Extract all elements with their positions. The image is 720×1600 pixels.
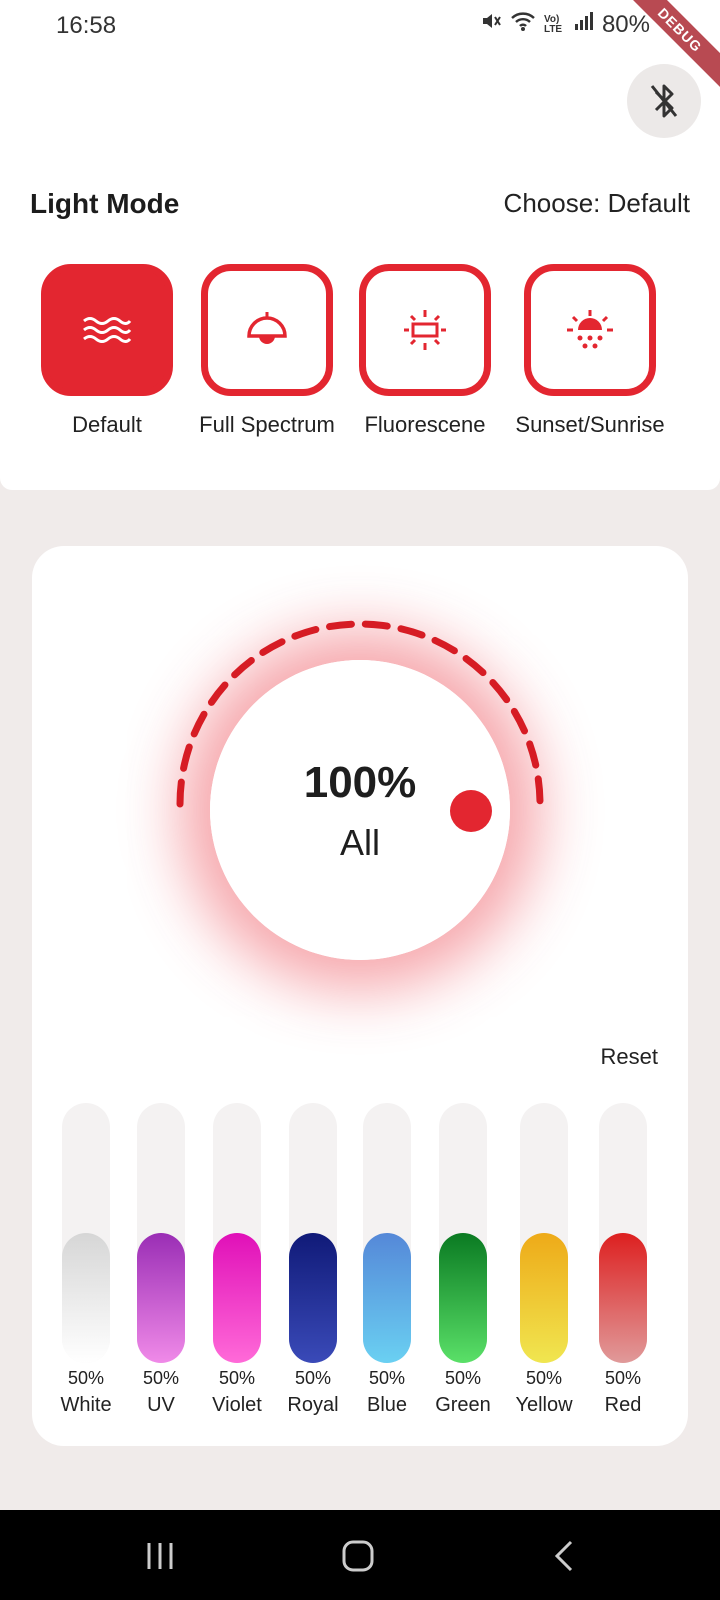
channel-slider-fill <box>439 1233 487 1363</box>
channel-name: White <box>60 1394 112 1416</box>
channel-name: UV <box>147 1394 175 1416</box>
channel-slider-fill <box>599 1233 647 1363</box>
channel-slider-fill <box>289 1233 337 1363</box>
mode-default[interactable]: Default <box>41 264 173 437</box>
channel-percent: 50% <box>444 1368 482 1388</box>
mode-sunset-sunrise-button[interactable] <box>524 264 656 396</box>
channel-name: Royal <box>287 1394 339 1416</box>
bluetooth-button[interactable] <box>627 64 701 138</box>
wifi-icon <box>510 10 536 39</box>
channel-name: Red <box>604 1394 642 1416</box>
channel-slider-fill <box>213 1233 261 1363</box>
recent-apps-icon[interactable] <box>140 1538 180 1574</box>
mode-label: Fluorescene <box>364 412 486 437</box>
reset-button[interactable]: Reset <box>601 1044 658 1070</box>
mode-default-button[interactable] <box>41 264 173 396</box>
channel-percent: 50% <box>604 1368 642 1388</box>
channel-percent: 50% <box>67 1368 105 1388</box>
channel-name: Yellow <box>515 1394 573 1416</box>
mode-full-spectrum-button[interactable] <box>201 264 333 396</box>
mode-label: Default <box>72 412 142 437</box>
control-card: 100% All Reset 50% White 50% UV 50% Violet 50%… <box>32 546 688 1446</box>
channel-slider-red[interactable] <box>599 1103 647 1363</box>
status-bar: 16:58 Vo) LTE 80% DEBUG <box>0 0 720 96</box>
navigation-bar <box>0 1510 720 1600</box>
channel-slider-blue[interactable] <box>363 1103 411 1363</box>
channel-slider-fill <box>137 1233 185 1363</box>
channel-slider-uv[interactable] <box>137 1103 185 1363</box>
channel-percent: 50% <box>525 1368 563 1388</box>
channel-slider-yellow[interactable] <box>520 1103 568 1363</box>
mode-choice: Choose: Default <box>503 188 690 218</box>
status-time: 16:58 <box>56 12 117 39</box>
channel-name: Violet <box>212 1394 262 1416</box>
back-icon[interactable] <box>544 1538 584 1574</box>
mode-label: Sunset/Sunrise <box>515 412 665 437</box>
channel-percent: 50% <box>218 1368 256 1388</box>
mode-fluorescene-button[interactable] <box>359 264 491 396</box>
light-mode-title: Light Mode <box>30 188 180 219</box>
bluetooth-disabled-icon <box>650 84 678 118</box>
channel-slider-royal[interactable] <box>289 1103 337 1363</box>
channel-slider-fill <box>520 1233 568 1363</box>
channel-percent: 50% <box>142 1368 180 1388</box>
lamp-icon <box>247 312 287 344</box>
channel-percent: 50% <box>368 1368 406 1388</box>
mode-fluorescene[interactable]: Fluorescene <box>359 264 491 437</box>
mute-icon <box>480 10 502 39</box>
mode-label: Full Spectrum <box>199 412 335 437</box>
home-icon[interactable] <box>338 1538 378 1574</box>
channel-slider-fill <box>363 1233 411 1363</box>
mode-sunset-sunrise[interactable]: Sunset/Sunrise <box>515 264 665 437</box>
waves-icon <box>83 317 132 343</box>
volte-icon: Vo) LTE <box>543 13 563 35</box>
channel-slider-green[interactable] <box>439 1103 487 1363</box>
channel-slider-violet[interactable] <box>213 1103 261 1363</box>
fluorescent-icon <box>404 310 446 350</box>
sunrise-icon <box>567 310 613 349</box>
channel-slider-fill <box>62 1233 110 1363</box>
channel-name: Green <box>435 1394 491 1416</box>
signal-icon <box>574 10 594 39</box>
mode-full-spectrum[interactable]: Full Spectrum <box>199 264 335 437</box>
battery-percent: 80% <box>601 10 650 38</box>
channel-percent: 50% <box>294 1368 332 1388</box>
dial-knob[interactable] <box>450 790 492 832</box>
channel-slider-white[interactable] <box>62 1103 110 1363</box>
status-icons: Vo) LTE 80% <box>480 10 650 39</box>
channel-name: Blue <box>366 1394 408 1416</box>
